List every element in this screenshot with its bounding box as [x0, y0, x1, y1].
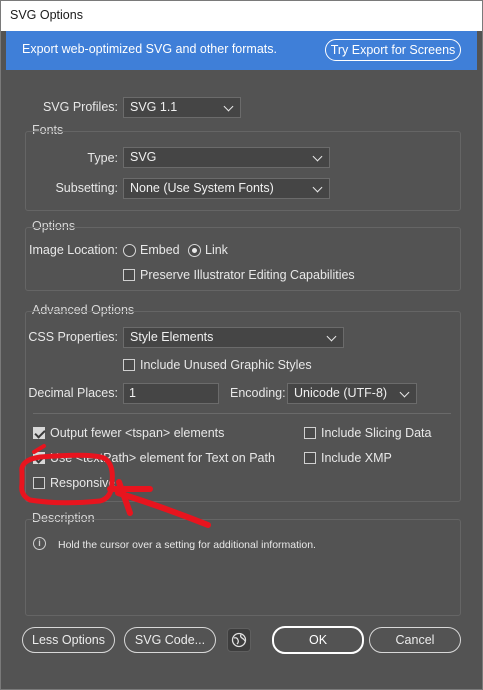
decimal-places-label: Decimal Places:	[28, 386, 118, 400]
type-label: Type:	[87, 151, 118, 165]
chevron-down-icon	[399, 387, 410, 398]
fonts-group	[25, 131, 461, 211]
responsive-label: Responsive	[50, 476, 116, 490]
link-radio[interactable]	[188, 244, 201, 257]
description-text: Hold the cursor over a setting for addit…	[58, 539, 316, 551]
dialog-content: SVG Profiles: SVG 1.1 Fonts Type: SVG Su…	[6, 70, 477, 684]
preserve-editing-checkbox[interactable]	[123, 269, 135, 281]
description-group	[25, 519, 461, 616]
encoding-select[interactable]: Unicode (UTF-8)	[287, 383, 417, 404]
svg-code-button[interactable]: SVG Code...	[124, 627, 216, 653]
include-unused-styles-label: Include Unused Graphic Styles	[140, 358, 312, 372]
image-location-label: Image Location:	[29, 243, 118, 257]
chevron-down-icon	[312, 182, 323, 193]
embed-radio[interactable]	[123, 244, 136, 257]
css-properties-label: CSS Properties:	[28, 330, 118, 344]
window-titlebar: SVG Options	[0, 0, 483, 31]
font-type-select[interactable]: SVG	[123, 147, 330, 168]
include-unused-styles-checkbox[interactable]	[123, 359, 135, 371]
subsetting-label: Subsetting:	[55, 181, 118, 195]
include-slicing-data-label: Include Slicing Data	[321, 426, 432, 440]
subsetting-select[interactable]: None (Use System Fonts)	[123, 178, 330, 199]
include-slicing-data-checkbox[interactable]	[304, 427, 316, 439]
decimal-places-value: 1	[129, 386, 136, 400]
output-fewer-tspan-label: Output fewer <tspan> elements	[50, 426, 225, 440]
subsetting-value: None (Use System Fonts)	[130, 181, 274, 195]
css-properties-select[interactable]: Style Elements	[123, 327, 344, 348]
embed-label: Embed	[140, 243, 180, 257]
font-type-value: SVG	[130, 150, 157, 164]
encoding-value: Unicode (UTF-8)	[294, 386, 388, 400]
window-title: SVG Options	[10, 8, 83, 22]
preserve-editing-label: Preserve Illustrator Editing Capabilitie…	[140, 268, 355, 282]
chevron-down-icon	[223, 101, 234, 112]
svg-profiles-label: SVG Profiles:	[42, 100, 118, 114]
include-xmp-checkbox[interactable]	[304, 452, 316, 464]
less-options-button[interactable]: Less Options	[22, 627, 115, 653]
info-icon: i	[33, 537, 46, 550]
textpath-label: Use <textPath> element for Text on Path	[50, 451, 275, 465]
chevron-down-icon	[312, 151, 323, 162]
responsive-checkbox[interactable]	[33, 477, 45, 489]
banner-text: Export web-optimized SVG and other forma…	[22, 42, 277, 56]
globe-icon	[231, 632, 247, 648]
cancel-button[interactable]: Cancel	[369, 627, 461, 653]
output-fewer-tspan-checkbox[interactable]	[33, 427, 45, 439]
export-banner: Export web-optimized SVG and other forma…	[6, 31, 477, 70]
web-preview-button[interactable]	[227, 628, 251, 652]
svg-profiles-value: SVG 1.1	[130, 100, 178, 114]
textpath-checkbox[interactable]	[33, 452, 45, 464]
chevron-down-icon	[326, 331, 337, 342]
try-export-for-screens-button[interactable]: Try Export for Screens	[325, 39, 461, 61]
encoding-label: Encoding:	[230, 386, 286, 400]
link-label: Link	[205, 243, 228, 257]
include-xmp-label: Include XMP	[321, 451, 392, 465]
css-properties-value: Style Elements	[130, 330, 214, 344]
svg-profiles-select[interactable]: SVG 1.1	[123, 97, 241, 118]
advanced-divider	[33, 413, 451, 414]
ok-button[interactable]: OK	[272, 626, 364, 654]
decimal-places-input[interactable]: 1	[123, 383, 219, 404]
